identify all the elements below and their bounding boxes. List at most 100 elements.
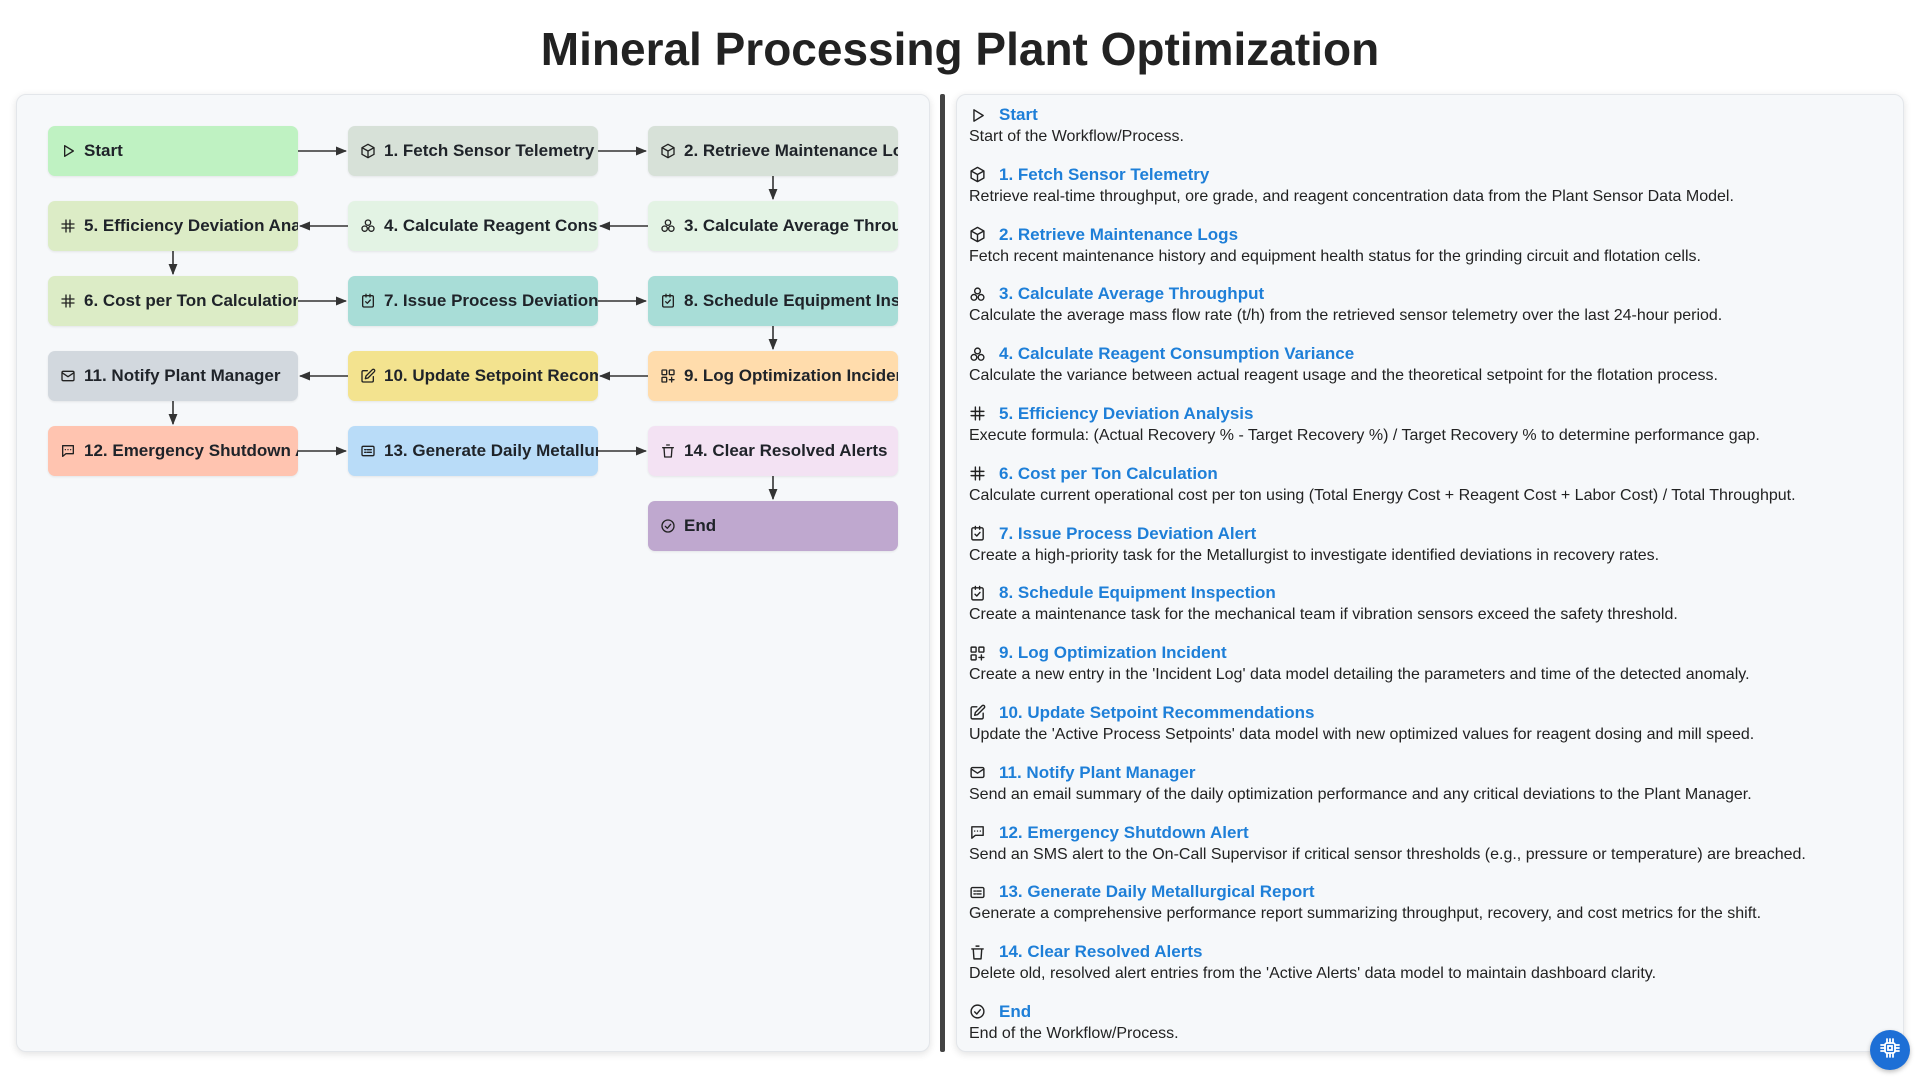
description-header: 13. Generate Daily Metallurgical Report <box>969 880 1889 904</box>
flow-node-label: 3. Calculate Average Throu <box>684 216 898 235</box>
description-header: 12. Emergency Shutdown Alert <box>969 821 1889 845</box>
molecule-icon <box>660 217 678 235</box>
description-item: 2. Retrieve Maintenance Logs Fetch recent… <box>969 223 1889 283</box>
flow-node-n12[interactable]: 12. Emergency Shutdown A <box>48 426 298 476</box>
flow-node-n2[interactable]: 2. Retrieve Maintenance Lo <box>648 126 898 176</box>
description-text: End of the Workflow/Process. <box>969 1024 1179 1042</box>
flow-node-start[interactable]: Start <box>48 126 298 176</box>
panel-divider[interactable] <box>940 94 945 1052</box>
description-title-link[interactable]: 9. Log Optimization Incident <box>999 643 1227 663</box>
description-title-link[interactable]: 2. Retrieve Maintenance Logs <box>999 225 1238 245</box>
flow-node-label: 11. Notify Plant Manager <box>84 366 281 385</box>
flow-node-label: 7. Issue Process Deviation <box>384 291 598 310</box>
description-title-link[interactable]: End <box>999 1002 1031 1022</box>
check-circle-icon <box>969 1003 987 1021</box>
hash-icon <box>969 465 987 483</box>
flow-node-label: 4. Calculate Reagent Consu <box>384 216 598 235</box>
description-title-link[interactable]: 7. Issue Process Deviation Alert <box>999 524 1256 544</box>
flow-node-n8[interactable]: 8. Schedule Equipment Ins <box>648 276 898 326</box>
flow-node-label: 12. Emergency Shutdown A <box>84 441 298 460</box>
flow-node-label: 9. Log Optimization Incider <box>684 366 898 385</box>
flow-node-n5[interactable]: 5. Efficiency Deviation Ana <box>48 201 298 251</box>
trash-icon <box>660 442 678 460</box>
description-title-link[interactable]: 6. Cost per Ton Calculation <box>999 464 1218 484</box>
description-item: 7. Issue Process Deviation Alert Create a… <box>969 522 1889 582</box>
flow-node-n13[interactable]: 13. Generate Daily Metallur <box>348 426 598 476</box>
description-item: 4. Calculate Reagent Consumption Varianc… <box>969 342 1889 402</box>
flow-node-n7[interactable]: 7. Issue Process Deviation <box>348 276 598 326</box>
description-item: 11. Notify Plant Manager Send an email su… <box>969 761 1889 821</box>
description-text: Calculate the variance between actual re… <box>969 367 1718 385</box>
description-title-link[interactable]: 10. Update Setpoint Recommendations <box>999 703 1315 723</box>
flow-node-n3[interactable]: 3. Calculate Average Throu <box>648 201 898 251</box>
description-header: 7. Issue Process Deviation Alert <box>969 522 1889 546</box>
description-text: Send an email summary of the daily optim… <box>969 785 1752 803</box>
description-title-link[interactable]: Start <box>999 105 1038 125</box>
report-icon <box>360 442 378 460</box>
description-panel: Start Start of the Workflow/Process. 1. Fe… <box>956 94 1904 1052</box>
flow-node-label: Start <box>84 141 123 160</box>
flow-node-n9[interactable]: 9. Log Optimization Incider <box>648 351 898 401</box>
play-icon <box>60 142 78 160</box>
flow-node-label: 5. Efficiency Deviation Ana <box>84 216 298 235</box>
flow-node-label: 6. Cost per Ton Calculation <box>84 291 298 310</box>
description-list: Start Start of the Workflow/Process. 1. Fe… <box>969 103 1889 1060</box>
description-title-link[interactable]: 14. Clear Resolved Alerts <box>999 942 1202 962</box>
description-title-link[interactable]: 11. Notify Plant Manager <box>999 763 1196 783</box>
checkbox-icon <box>969 525 987 543</box>
hash-icon <box>60 217 78 235</box>
description-title-link[interactable]: 3. Calculate Average Throughput <box>999 284 1264 304</box>
description-text: Calculate the average mass flow rate (t/… <box>969 307 1723 325</box>
flow-node-label: 13. Generate Daily Metallur <box>384 441 598 460</box>
flow-node-n4[interactable]: 4. Calculate Reagent Consu <box>348 201 598 251</box>
description-title-link[interactable]: 4. Calculate Reagent Consumption Varianc… <box>999 344 1354 364</box>
grid-plus-icon <box>969 644 987 662</box>
flowchart-panel: Start 1. Fetch Sensor Telemetry 2. Retriev… <box>16 94 930 1052</box>
description-text: Fetch recent maintenance history and equ… <box>969 247 1701 265</box>
description-header: 14. Clear Resolved Alerts <box>969 940 1889 964</box>
flow-node-end[interactable]: End <box>648 501 898 551</box>
flow-node-n11[interactable]: 11. Notify Plant Manager <box>48 351 298 401</box>
description-title-link[interactable]: 5. Efficiency Deviation Analysis <box>999 404 1253 424</box>
description-header: 9. Log Optimization Incident <box>969 641 1889 665</box>
flow-nodes: Start 1. Fetch Sensor Telemetry 2. Retriev… <box>17 95 931 1053</box>
flow-node-label: 8. Schedule Equipment Ins <box>684 291 898 310</box>
chip-icon <box>1878 1036 1902 1065</box>
message-icon <box>60 442 78 460</box>
assistant-button[interactable] <box>1870 1030 1910 1070</box>
flow-node-n1[interactable]: 1. Fetch Sensor Telemetry <box>348 126 598 176</box>
flow-node-n14[interactable]: 14. Clear Resolved Alerts <box>648 426 898 476</box>
flow-node-n10[interactable]: 10. Update Setpoint Recom <box>348 351 598 401</box>
description-item: 13. Generate Daily Metallurgical Report G… <box>969 880 1889 940</box>
description-item: 8. Schedule Equipment Inspection Create a… <box>969 581 1889 641</box>
description-text: Create a high-priority task for the Meta… <box>969 546 1660 564</box>
hash-icon <box>60 292 78 310</box>
description-title-link[interactable]: 12. Emergency Shutdown Alert <box>999 823 1249 843</box>
hash-icon <box>969 405 987 423</box>
description-header: 1. Fetch Sensor Telemetry <box>969 163 1889 187</box>
description-header: 3. Calculate Average Throughput <box>969 282 1889 306</box>
check-circle-icon <box>660 517 678 535</box>
flow-node-label: 1. Fetch Sensor Telemetry <box>384 141 595 160</box>
cube-icon <box>360 142 378 160</box>
description-title-link[interactable]: 13. Generate Daily Metallurgical Report <box>999 882 1315 902</box>
edit-icon <box>969 704 987 722</box>
description-item: 10. Update Setpoint Recommendations Updat… <box>969 701 1889 761</box>
description-item: End End of the Workflow/Process. <box>969 1000 1889 1060</box>
description-text: Calculate current operational cost per t… <box>969 486 1796 504</box>
description-text: Retrieve real-time throughput, ore grade… <box>969 187 1734 205</box>
flow-node-label: 14. Clear Resolved Alerts <box>684 441 888 460</box>
trash-icon <box>969 943 987 961</box>
description-text: Execute formula: (Actual Recovery % - Ta… <box>969 426 1760 444</box>
description-text: Update the 'Active Process Setpoints' da… <box>969 725 1755 743</box>
description-item: Start Start of the Workflow/Process. <box>969 103 1889 163</box>
description-item: 9. Log Optimization Incident Create a new… <box>969 641 1889 701</box>
description-item: 12. Emergency Shutdown Alert Send an SMS … <box>969 821 1889 881</box>
description-title-link[interactable]: 8. Schedule Equipment Inspection <box>999 583 1276 603</box>
flow-node-label: End <box>684 516 717 535</box>
flow-node-n6[interactable]: 6. Cost per Ton Calculation <box>48 276 298 326</box>
description-title-link[interactable]: 1. Fetch Sensor Telemetry <box>999 165 1209 185</box>
description-header: End <box>969 1000 1889 1024</box>
mail-icon <box>969 764 987 782</box>
report-icon <box>969 883 987 901</box>
